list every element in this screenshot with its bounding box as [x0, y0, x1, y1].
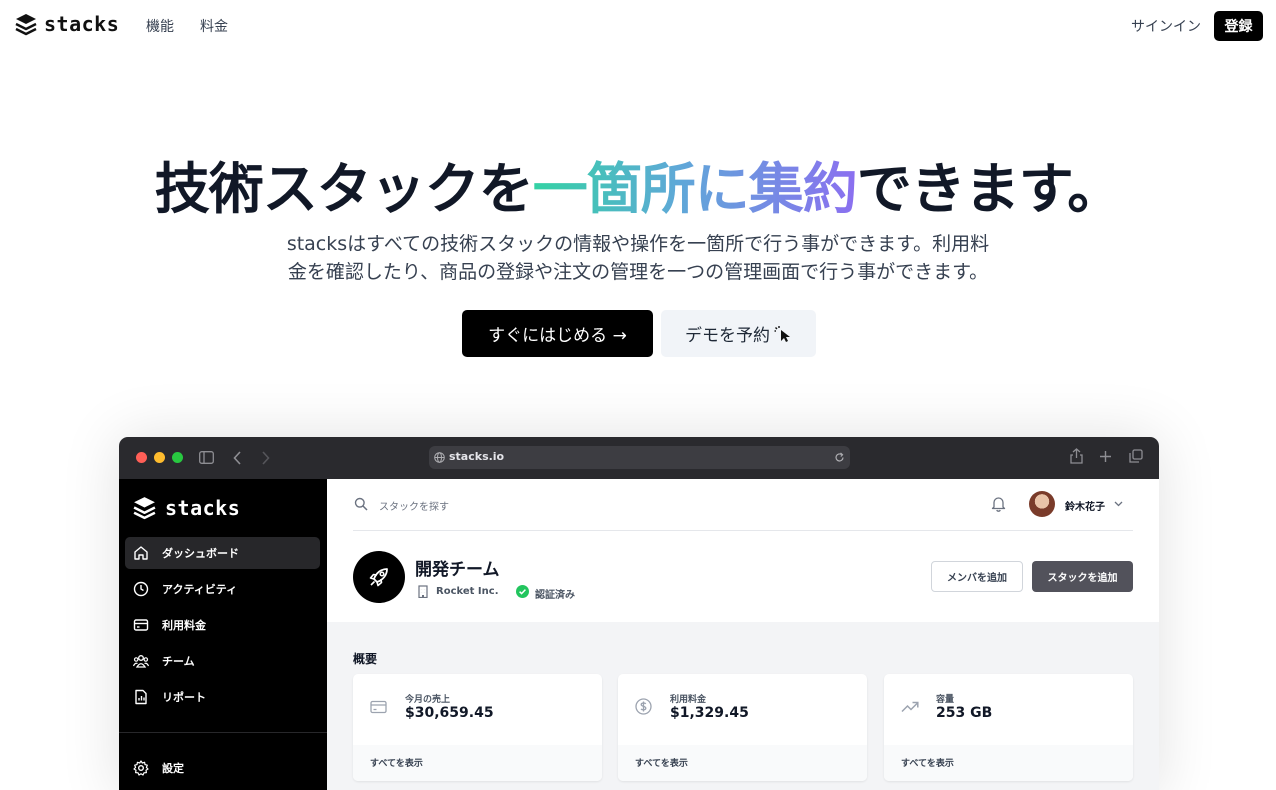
- dollar-icon: [635, 698, 652, 715]
- add-member-button[interactable]: メンバを追加: [931, 561, 1023, 592]
- nav-link-features[interactable]: 機能: [146, 16, 174, 36]
- hero-title-highlight: 一箇所に集約: [532, 157, 858, 221]
- card-value: $30,659.45: [405, 705, 494, 721]
- clock-icon: [133, 581, 149, 597]
- app-header: スタックを探す 鈴木花子 開発チーム Rocket Inc. 認証済み メンバを…: [327, 479, 1159, 622]
- stack-layers-icon: [15, 14, 37, 36]
- address-bar[interactable]: stacks.io: [429, 446, 850, 469]
- minimize-dot: [154, 452, 165, 463]
- user-name[interactable]: 鈴木花子: [1065, 498, 1105, 513]
- view-all-link[interactable]: すべてを表示: [901, 756, 954, 769]
- credit-card-icon: [370, 700, 387, 714]
- sidebar-item-label: アクティビティ: [162, 583, 238, 596]
- card-value: $1,329.45: [670, 705, 749, 721]
- hero-subtitle: stacksはすべての技術スタックの情報や操作を一箇所で行う事ができます。利用料…: [238, 230, 1038, 286]
- app-logo[interactable]: stacks: [132, 495, 240, 520]
- globe-icon: [434, 452, 445, 463]
- home-icon: [134, 546, 148, 560]
- credit-card-icon: [133, 619, 149, 631]
- team-name: 開発チーム: [415, 560, 500, 580]
- trending-up-icon: [901, 701, 919, 713]
- share-icon: [1070, 448, 1083, 464]
- sidebar-item-team[interactable]: チーム: [125, 645, 320, 677]
- app-main: スタックを探す 鈴木花子 開発チーム Rocket Inc. 認証済み メンバを…: [327, 479, 1159, 790]
- users-icon: [133, 655, 149, 668]
- sidebar-divider: [119, 732, 327, 733]
- card-label: 容量: [936, 695, 955, 705]
- hero-subtitle-line2: 金を確認したり、商品の登録や注文の管理を一つの管理画面で行う事ができます。: [287, 261, 989, 283]
- logo-text: stacks: [44, 12, 120, 36]
- verified-status: 認証済み: [535, 590, 575, 601]
- cursor-click-icon: [774, 325, 790, 342]
- maximize-dot: [172, 452, 183, 463]
- reload-icon: [835, 452, 844, 462]
- sidebar-item-reports[interactable]: リポート: [125, 681, 320, 713]
- hero-title-part1: 技術スタックを: [154, 157, 534, 221]
- overview-heading: 概要: [353, 652, 378, 666]
- building-icon: [418, 585, 428, 598]
- close-dot: [136, 452, 147, 463]
- bell-icon[interactable]: [991, 496, 1006, 512]
- card-footer: すべてを表示: [618, 745, 867, 781]
- sidebar-item-dashboard[interactable]: ダッシュボード: [125, 537, 320, 569]
- hero-title-part2: できます。: [856, 157, 1123, 221]
- tabs-overview-icon: [1129, 449, 1143, 463]
- browser-chrome: stacks.io: [119, 437, 1159, 479]
- card-label: 利用料金: [670, 695, 707, 705]
- report-icon: [135, 689, 147, 705]
- top-navigation: stacks 機能 料金 サインイン 登録: [0, 0, 1276, 52]
- company-name: Rocket Inc.: [436, 586, 499, 597]
- sidebar-item-billing[interactable]: 利用料金: [125, 609, 320, 641]
- sidebar-item-label: ダッシュボード: [162, 547, 239, 560]
- back-icon: [233, 451, 241, 465]
- stat-card-sales: 今月の売上 $30,659.45 すべてを表示: [353, 674, 602, 781]
- card-label: 今月の売上: [405, 695, 451, 705]
- sidebar-item-activity[interactable]: アクティビティ: [125, 573, 320, 605]
- stat-card-billing: 利用料金 $1,329.45 すべてを表示: [618, 674, 867, 781]
- new-tab-icon: [1100, 451, 1111, 462]
- url-text: stacks.io: [449, 450, 505, 463]
- book-demo-label: デモを予約: [685, 326, 770, 346]
- sidebar-item-label: チーム: [162, 655, 195, 668]
- header-divider: [353, 530, 1133, 531]
- add-stack-button[interactable]: スタックを追加: [1032, 561, 1133, 592]
- check-circle-icon: [516, 585, 529, 598]
- register-button[interactable]: 登録: [1214, 11, 1263, 41]
- chevron-down-icon[interactable]: [1114, 501, 1123, 507]
- hero-title: 技術スタックを一箇所に集約できます。: [0, 144, 1276, 224]
- sidebar-item-label: 利用料金: [162, 619, 206, 632]
- get-started-button[interactable]: すぐにはじめる →: [462, 310, 653, 357]
- sidebar-item-settings[interactable]: 設定: [125, 752, 320, 784]
- app-logo-text: stacks: [165, 495, 241, 520]
- forward-icon: [262, 451, 270, 465]
- sidebar-item-label: 設定: [162, 762, 184, 775]
- signin-link[interactable]: サインイン: [1131, 16, 1201, 36]
- nav-link-pricing[interactable]: 料金: [200, 16, 228, 36]
- card-footer: すべてを表示: [884, 745, 1133, 781]
- stacks-logo[interactable]: stacks: [14, 12, 119, 36]
- card-value: 253 GB: [936, 705, 993, 721]
- card-footer: すべてを表示: [353, 745, 602, 781]
- team-avatar: [353, 551, 405, 603]
- browser-mockup: stacks.io stacks ダッシュボード アクティビティ 利用料金 チー…: [119, 437, 1159, 790]
- view-all-link[interactable]: すべてを表示: [635, 756, 688, 769]
- search-icon: [354, 497, 368, 511]
- sidebar-item-label: リポート: [162, 691, 206, 704]
- stack-layers-icon: [133, 497, 156, 520]
- avatar[interactable]: [1029, 491, 1055, 517]
- app-sidebar: stacks ダッシュボード アクティビティ 利用料金 チーム リポート 設定: [119, 479, 327, 790]
- sidebar-toggle-icon: [199, 451, 214, 464]
- view-all-link[interactable]: すべてを表示: [370, 756, 423, 769]
- book-demo-button[interactable]: デモを予約: [661, 310, 816, 357]
- gear-icon: [133, 760, 149, 776]
- stat-card-storage: 容量 253 GB すべてを表示: [884, 674, 1133, 781]
- hero-subtitle-line1: stacksはすべての技術スタックの情報や操作を一箇所で行う事ができます。利用料: [286, 233, 990, 255]
- search-input[interactable]: スタックを探す: [379, 498, 449, 513]
- rocket-icon: [369, 568, 388, 587]
